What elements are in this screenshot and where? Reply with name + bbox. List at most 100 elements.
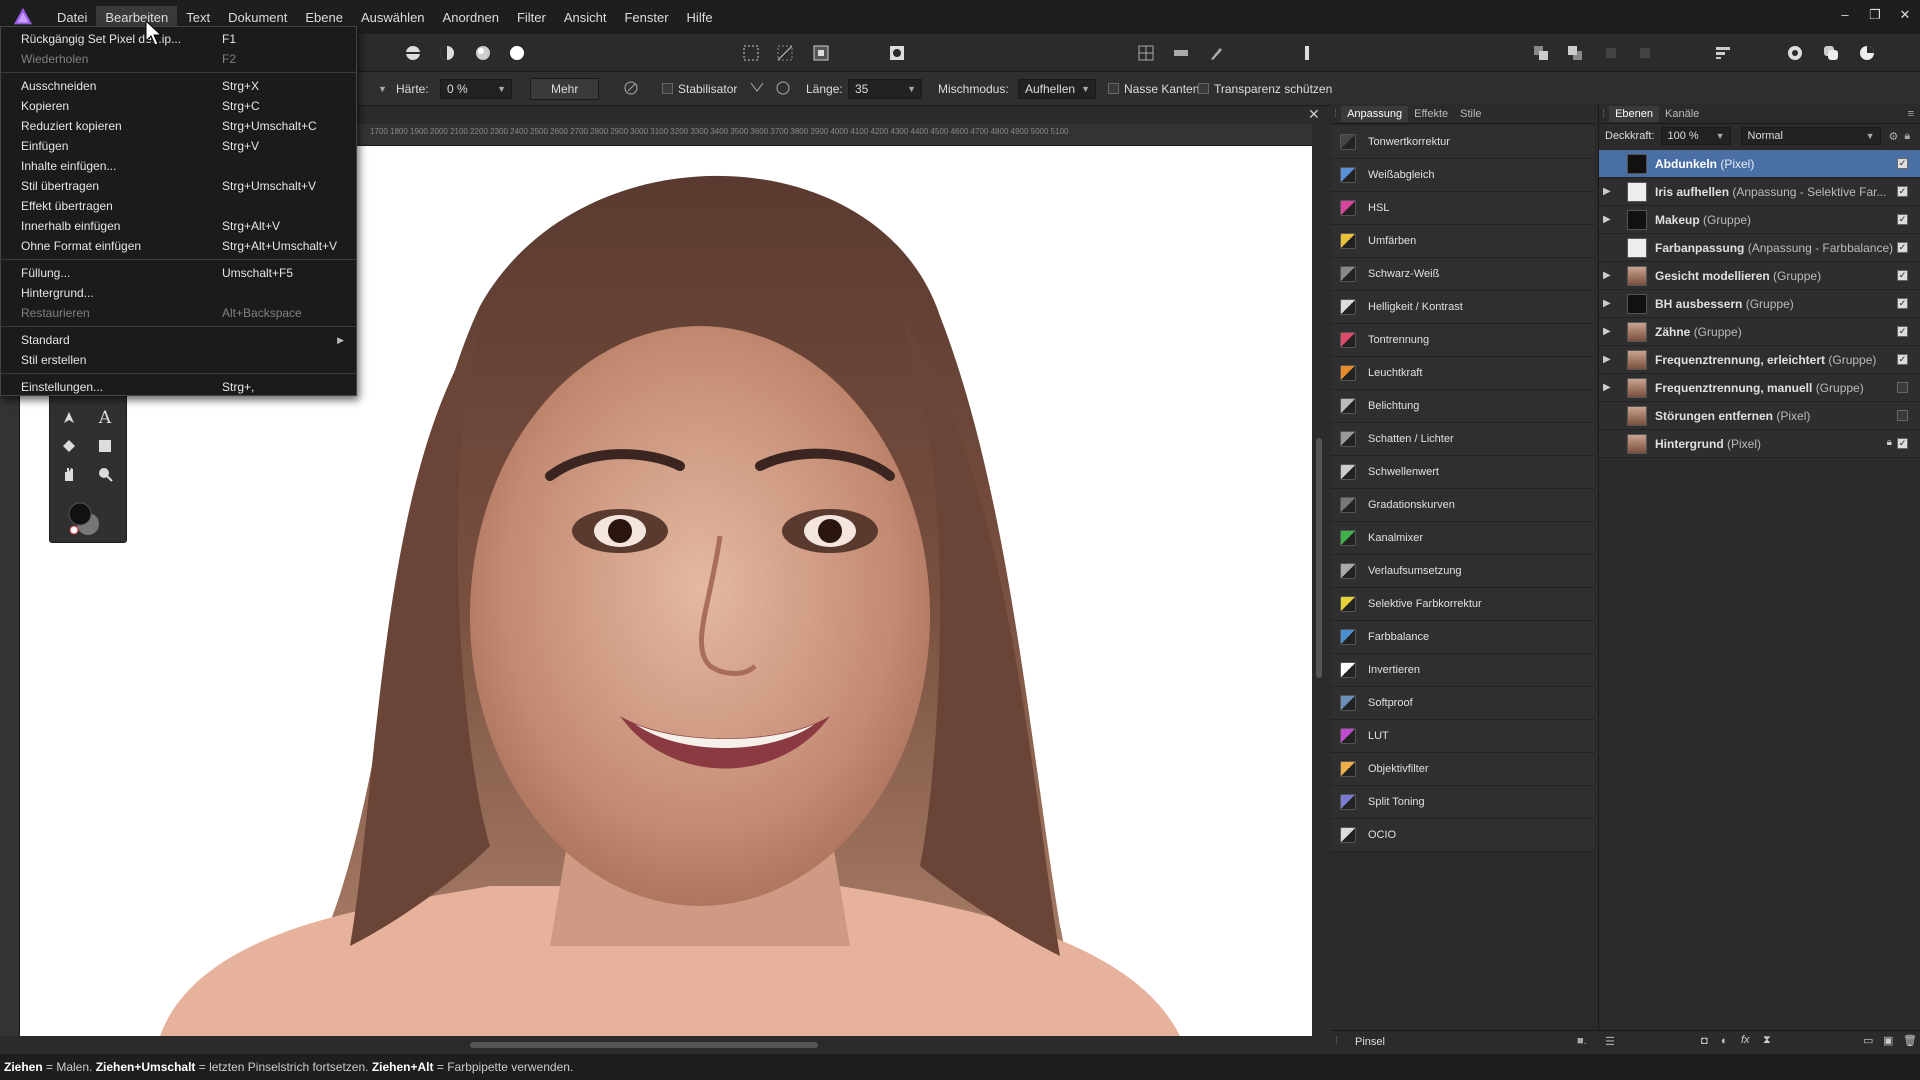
haerte-field[interactable]: 0 % ▼ — [440, 78, 512, 99]
adjustment-item[interactable]: Weißabgleich — [1331, 159, 1595, 192]
vertical-scroll-thumb[interactable] — [1316, 438, 1322, 678]
app-logo-icon[interactable] — [12, 6, 34, 28]
zoom-tool-icon[interactable] — [92, 462, 118, 486]
adjustment-item[interactable]: Kanalmixer — [1331, 522, 1595, 555]
vertical-scrollbar[interactable] — [1312, 128, 1326, 1036]
edit-menu-item[interactable]: Ausschneiden Strg+X — [1, 76, 356, 96]
adjustment-item[interactable]: Split Toning — [1331, 786, 1595, 819]
layer-lock-toggle-icon[interactable]: 🔒︎ — [1904, 130, 1910, 143]
edit-menu-item[interactable]: Stil erstellen — [1, 350, 356, 370]
edit-menu-item[interactable]: Wiederholen F2 — [1, 49, 356, 69]
edit-menu-item[interactable]: Reduziert kopieren Strg+Umschalt+C — [1, 116, 356, 136]
brush-panel-menu-icon[interactable]: ■. — [1577, 1035, 1587, 1047]
layer-visibility-checkbox[interactable]: ✓ — [1897, 438, 1908, 449]
adjustment-item[interactable]: Tonwertkorrektur — [1331, 126, 1595, 159]
layer-row[interactable]: ▶ Iris aufhellen (Anpassung - Selektive F… — [1599, 178, 1920, 206]
layer-row[interactable]: ▶ Gesicht modellieren (Gruppe) ✓ — [1599, 262, 1920, 290]
layer-row[interactable]: ▶ BH ausbessern (Gruppe) ✓ — [1599, 290, 1920, 318]
width-caret-icon[interactable]: ▼ — [378, 84, 387, 94]
layers-stack-icon[interactable]: ☰ — [1605, 1035, 1615, 1048]
close-document-icon[interactable]: ✕ — [1308, 106, 1320, 123]
invert-select-icon[interactable] — [810, 42, 832, 64]
adjustment-layer-icon[interactable]: ◐ — [1721, 1035, 1728, 1047]
layer-visibility-checkbox[interactable]: ✓ — [1897, 298, 1908, 309]
tone-icon[interactable] — [472, 42, 494, 64]
arrange-disabled-1-icon[interactable] — [1600, 42, 1622, 64]
adjustment-item[interactable]: Tontrennung — [1331, 324, 1595, 357]
adjustment-item[interactable]: Helligkeit / Kontrast — [1331, 291, 1595, 324]
add-layer-icon[interactable]: ▣ — [1883, 1034, 1893, 1047]
align-icon[interactable] — [1712, 42, 1734, 64]
add-group-icon[interactable]: ▭ — [1863, 1034, 1873, 1047]
tab-stile[interactable]: Stile — [1454, 106, 1487, 122]
menu-filter[interactable]: Filter — [508, 6, 555, 29]
edit-menu-item[interactable]: Innerhalb einfügen Strg+Alt+V — [1, 216, 356, 236]
edit-menu-item[interactable]: Einfügen Strg+V — [1, 136, 356, 156]
white-point-icon[interactable] — [506, 42, 528, 64]
adjustment-item[interactable]: Gradationskurven — [1331, 489, 1595, 522]
edit-menu-item[interactable]: Füllung... Umschalt+F5 — [1, 263, 356, 283]
grid-icon[interactable] — [1135, 42, 1157, 64]
horizontal-scrollbar[interactable] — [0, 1036, 1326, 1054]
mask-layer-icon[interactable]: ◘ — [1701, 1035, 1708, 1047]
expand-arrow-icon[interactable]: ▶ — [1603, 382, 1617, 393]
shape-tool-icon[interactable] — [92, 434, 118, 458]
text-tool-icon[interactable]: A — [92, 406, 118, 430]
edit-menu-item[interactable]: Hintergrund... — [1, 283, 356, 303]
opacity-field[interactable]: 100 % ▼ — [1660, 127, 1731, 145]
edit-menu-item[interactable]: Effekt übertragen — [1, 196, 356, 216]
assistant-icon[interactable] — [1296, 42, 1318, 64]
contrast-icon[interactable] — [436, 42, 458, 64]
edit-menu-item[interactable]: Ohne Format einfügen Strg+Alt+Umschalt+V — [1, 236, 356, 256]
expand-arrow-icon[interactable]: ▶ — [1603, 326, 1617, 337]
rope-mode-icon[interactable] — [748, 79, 766, 100]
edit-menu-item[interactable]: Kopieren Strg+C — [1, 96, 356, 116]
adjustment-item[interactable]: OCIO — [1331, 819, 1595, 852]
tab-effekte[interactable]: Effekte — [1408, 106, 1454, 122]
snapping-icon[interactable] — [1170, 42, 1192, 64]
live-filter-icon[interactable]: ⧗ — [1763, 1034, 1771, 1047]
panel-grip-icon[interactable]: ⁞ — [1334, 108, 1337, 120]
transparenz-checkbox[interactable] — [1198, 83, 1209, 94]
tab-ebenen[interactable]: Ebenen — [1609, 105, 1659, 122]
expand-arrow-icon[interactable]: ▶ — [1603, 214, 1617, 225]
minimize-button[interactable]: – — [1830, 0, 1860, 30]
layer-visibility-checkbox[interactable] — [1897, 382, 1908, 393]
tab-anpassung[interactable]: Anpassung — [1341, 105, 1409, 122]
fx-icon[interactable]: fx — [1741, 1034, 1750, 1046]
adjustment-item[interactable]: LUT — [1331, 720, 1595, 753]
layer-row[interactable]: ▶ Frequenztrennung, manuell (Gruppe) — [1599, 374, 1920, 402]
layer-visibility-checkbox[interactable]: ✓ — [1897, 326, 1908, 337]
adjustment-item[interactable]: Farbbalance — [1331, 621, 1595, 654]
fill-tool-icon[interactable] — [56, 434, 82, 458]
adjustment-item[interactable]: HSL — [1331, 192, 1595, 225]
restore-button[interactable]: ❐ — [1860, 0, 1890, 30]
menu-auswählen[interactable]: Auswählen — [352, 6, 434, 29]
adjustment-item[interactable]: Schatten / Lichter — [1331, 423, 1595, 456]
adjustment-item[interactable]: Objektivfilter — [1331, 753, 1595, 786]
persona-develop-icon[interactable] — [1856, 42, 1878, 64]
layers-grip-icon[interactable]: ⁞ — [1602, 108, 1605, 120]
layer-visibility-checkbox[interactable]: ✓ — [1897, 186, 1908, 197]
mischmodus-select[interactable]: Aufhellen ▼ — [1018, 78, 1096, 99]
adjustment-item[interactable]: Softproof — [1331, 687, 1595, 720]
brush-panel-grip-icon[interactable]: ⁞ — [1335, 1035, 1338, 1047]
marquee-select-icon[interactable] — [740, 42, 762, 64]
menu-fenster[interactable]: Fenster — [615, 6, 677, 29]
layer-visibility-checkbox[interactable]: ✓ — [1897, 354, 1908, 365]
edit-menu-item[interactable]: Rückgängig Set Pixel de...ip... F1 — [1, 29, 356, 49]
layer-visibility-checkbox[interactable]: ✓ — [1897, 270, 1908, 281]
hand-tool-icon[interactable] — [56, 462, 82, 486]
window-mode-icon[interactable] — [774, 79, 792, 100]
arrange-disabled-2-icon[interactable] — [1634, 42, 1656, 64]
pressure-icon[interactable] — [622, 79, 640, 100]
layer-row[interactable]: ▶ Frequenztrennung, erleichtert (Gruppe) ✓ — [1599, 346, 1920, 374]
adjustment-item[interactable]: Verlaufsumsetzung — [1331, 555, 1595, 588]
adjustment-item[interactable]: Selektive Farbkorrektur — [1331, 588, 1595, 621]
edit-menu-item[interactable]: Einstellungen... Strg+, — [1, 377, 356, 397]
brush-tool-icon[interactable] — [1206, 42, 1228, 64]
edit-menu-item[interactable]: Inhalte einfügen... — [1, 156, 356, 176]
edit-menu-item[interactable]: Stil übertragen Strg+Umschalt+V — [1, 176, 356, 196]
layer-row[interactable]: Abdunkeln (Pixel) ✓ — [1599, 150, 1920, 178]
layer-visibility-checkbox[interactable]: ✓ — [1897, 242, 1908, 253]
